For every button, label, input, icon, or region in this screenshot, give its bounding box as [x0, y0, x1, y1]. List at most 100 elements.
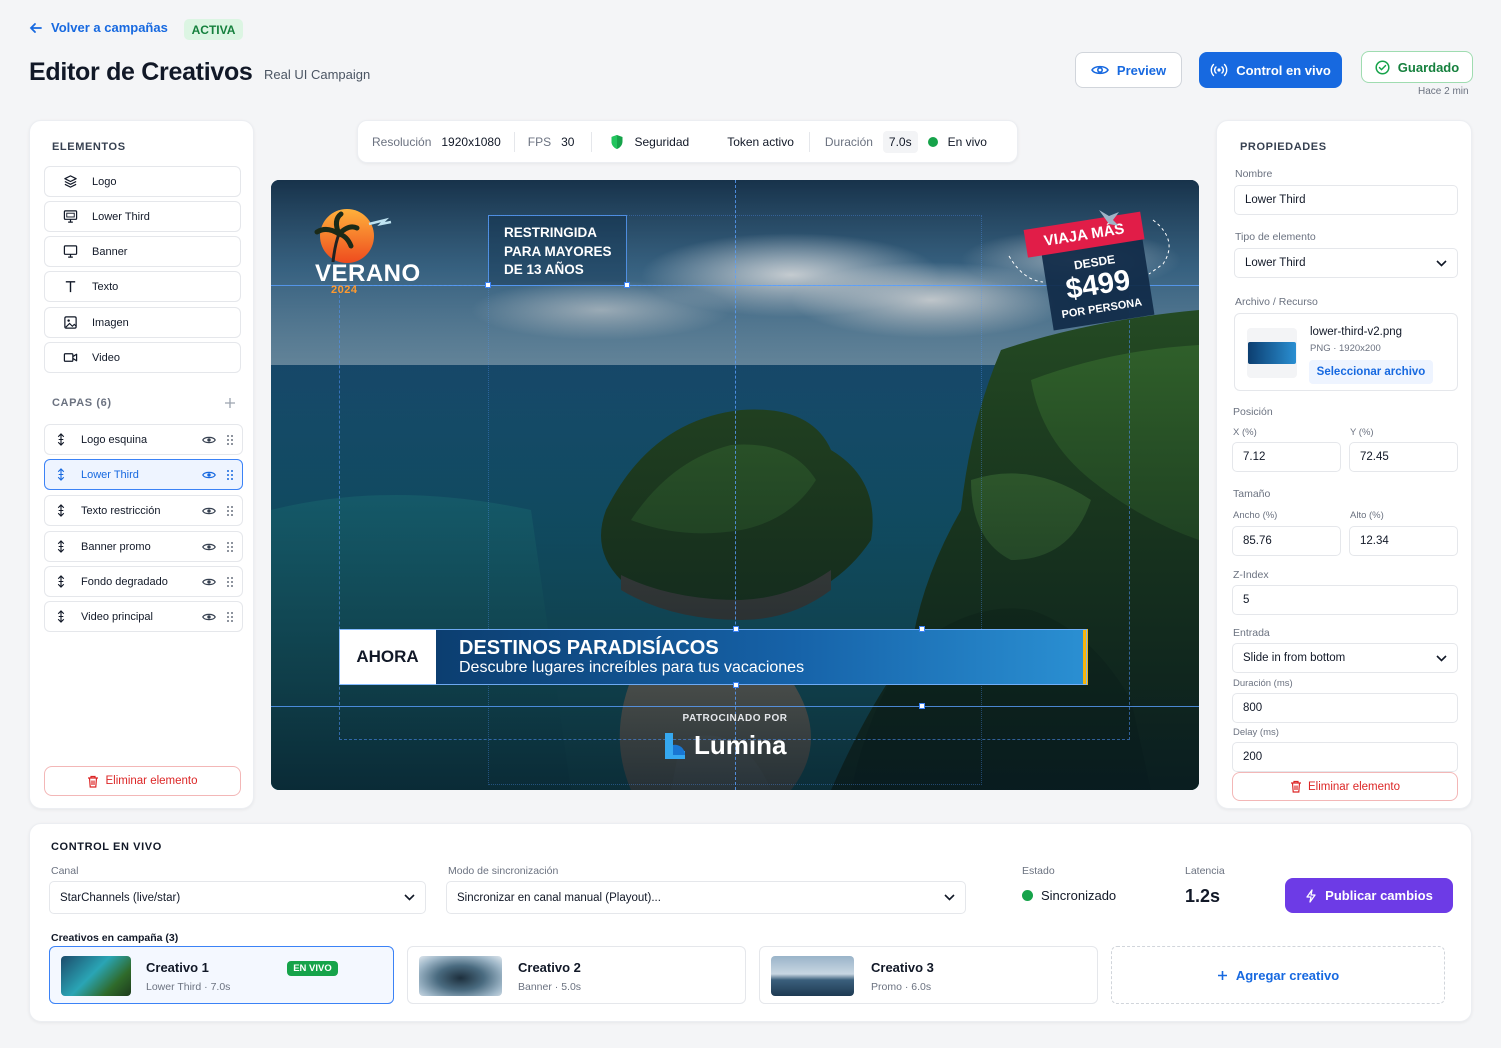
name-input[interactable]: Lower Third	[1234, 185, 1458, 215]
drag-handle-icon[interactable]	[226, 434, 234, 446]
delete-element-label: Eliminar elemento	[105, 775, 198, 787]
stat-token: Token activo	[727, 135, 794, 149]
divider	[808, 131, 810, 152]
delete-element-button[interactable]: Eliminar elemento	[44, 766, 241, 796]
creative-name: Creativo 1	[146, 960, 209, 975]
z-index-input[interactable]: 5	[1232, 585, 1458, 615]
plus-icon[interactable]	[224, 397, 236, 409]
layer-item[interactable]: Logo esquina	[44, 424, 243, 455]
elements-panel: ELEMENTOS Logo Lower Third Banner Texto …	[29, 120, 254, 809]
plane-path-icon	[1008, 210, 1170, 283]
divider	[513, 131, 515, 152]
state-value: Sincronizado	[1022, 888, 1116, 903]
layer-label: Texto restricción	[81, 504, 161, 517]
creative-card-active[interactable]: Creativo 1 Lower Third · 7.0s EN VIVO	[49, 946, 394, 1004]
eye-icon[interactable]	[202, 470, 216, 480]
delete-property-button[interactable]: Eliminar elemento	[1232, 772, 1458, 801]
eye-icon[interactable]	[202, 506, 216, 516]
y-input[interactable]: 72.45	[1349, 442, 1458, 472]
layer-label: Lower Third	[81, 468, 139, 481]
state-dot	[1022, 890, 1033, 901]
drag-handle-icon[interactable]	[226, 505, 234, 517]
stat-label: Duración	[824, 134, 873, 149]
file-thumbnail	[1247, 328, 1297, 378]
height-input[interactable]: 12.34	[1349, 526, 1458, 556]
drag-handle-icon[interactable]	[226, 611, 234, 623]
logo-layer[interactable]: VERANO 2024	[301, 206, 421, 301]
sync-select[interactable]: Sincronizar en canal manual (Playout)...	[446, 881, 966, 914]
entry-label: Entrada	[1233, 627, 1270, 639]
layer-item[interactable]: Fondo degradado	[44, 566, 243, 597]
back-link[interactable]: Volver a campañas	[29, 20, 168, 35]
drag-handle-icon[interactable]	[226, 576, 234, 588]
stat-value: En vivo	[947, 134, 987, 149]
live-control-button[interactable]: Control en vivo	[1199, 52, 1342, 88]
layer-item[interactable]: Video principal	[44, 601, 243, 632]
preview-button[interactable]: Preview	[1075, 52, 1182, 88]
duration-input[interactable]: 800	[1232, 693, 1458, 723]
element-label: Banner	[92, 245, 128, 258]
layer-item[interactable]: Texto restricción	[44, 495, 243, 526]
element-lower-third[interactable]: Lower Third	[44, 201, 241, 232]
image-icon	[64, 316, 77, 329]
publish-button[interactable]: Publicar cambios	[1285, 878, 1453, 913]
layer-item-selected[interactable]: Lower Third	[44, 459, 243, 490]
drag-handle-icon[interactable]	[226, 469, 234, 481]
delay-input[interactable]: 200	[1232, 742, 1458, 772]
elements-title: ELEMENTOS	[52, 141, 126, 153]
drag-handle-icon[interactable]	[226, 541, 234, 553]
element-imagen[interactable]: Imagen	[44, 307, 241, 338]
saved-time: Hace 2 min	[1418, 86, 1469, 97]
element-video[interactable]: Video	[44, 342, 241, 373]
saved-label: Guardado	[1397, 59, 1460, 75]
resize-handle[interactable]	[919, 703, 925, 709]
type-select[interactable]: Lower Third	[1234, 248, 1458, 278]
element-texto[interactable]: Texto	[44, 271, 241, 302]
entry-select[interactable]: Slide in from bottom	[1232, 643, 1458, 673]
resize-handle[interactable]	[485, 282, 491, 288]
divider	[591, 131, 593, 152]
eye-icon[interactable]	[202, 577, 216, 587]
status-badge: ACTIVA	[184, 19, 243, 40]
layer-item[interactable]: Banner promo	[44, 531, 243, 562]
selection-box[interactable]	[339, 629, 1087, 685]
eye-icon[interactable]	[202, 612, 216, 622]
type-label: Tipo de elemento	[1235, 231, 1316, 243]
channel-select[interactable]: StarChannels (live/star)	[49, 881, 426, 914]
saved-button[interactable]: Guardado	[1361, 51, 1473, 83]
layers-title: CAPAS (6)	[52, 397, 112, 409]
element-banner[interactable]: Banner	[44, 236, 241, 267]
sponsor-logo[interactable]: Lumina	[661, 730, 786, 761]
select-file-button[interactable]: Seleccionar archivo	[1309, 360, 1433, 384]
chevron-down-icon	[404, 894, 415, 901]
creative-name: Creativo 2	[518, 960, 581, 975]
eye-icon[interactable]	[202, 435, 216, 445]
sponsor-name: Lumina	[694, 730, 787, 760]
stat-value: 30	[561, 134, 575, 149]
creative-card[interactable]: Creativo 3 Promo · 6.0s	[759, 946, 1098, 1004]
creative-canvas[interactable]: VERANO 2024 RESTRINGIDA PARA MAYORES DE …	[271, 180, 1199, 790]
resize-handle[interactable]	[733, 626, 739, 632]
text-icon	[65, 281, 76, 293]
width-label: Ancho (%)	[1233, 510, 1278, 521]
trash-icon	[88, 775, 99, 788]
add-creative-button[interactable]: Agregar creativo	[1111, 946, 1445, 1004]
file-meta: PNG · 1920x200	[1310, 343, 1381, 354]
latency-label: Latencia	[1185, 865, 1225, 877]
resize-handle[interactable]	[624, 282, 630, 288]
width-input[interactable]: 85.76	[1232, 526, 1341, 556]
sun-palm-logo-icon	[314, 209, 392, 263]
resize-handle[interactable]	[733, 682, 739, 688]
creative-name: Creativo 3	[871, 960, 934, 975]
restriction-layer[interactable]: RESTRINGIDA PARA MAYORES DE 13 AÑOS	[488, 215, 627, 286]
move-icon	[57, 433, 65, 446]
resize-handle[interactable]	[919, 626, 925, 632]
element-label: Texto	[92, 280, 119, 293]
eye-icon[interactable]	[202, 542, 216, 552]
element-logo[interactable]: Logo	[44, 166, 241, 197]
position-label: Posición	[1233, 406, 1273, 418]
x-input[interactable]: 7.12	[1232, 442, 1341, 472]
layer-label: Logo esquina	[81, 433, 148, 446]
creative-card[interactable]: Creativo 2 Banner · 5.0s	[407, 946, 746, 1004]
file-name: lower-third-v2.png	[1310, 326, 1403, 338]
